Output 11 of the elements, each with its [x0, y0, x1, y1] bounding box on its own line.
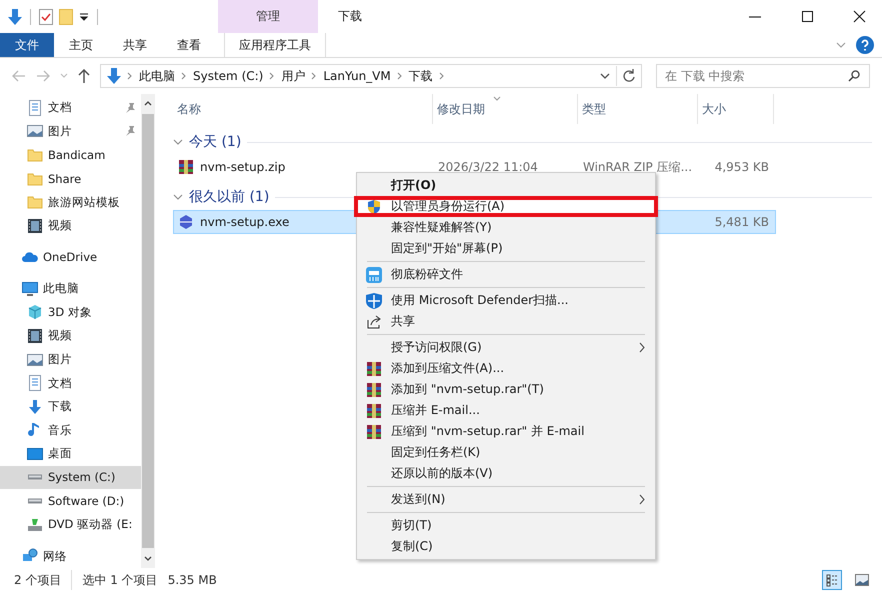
file-name: nvm-setup.zip [200, 160, 286, 174]
status-text: 选中 1 个项目 [82, 572, 158, 588]
status-text: 5.35 MB [168, 573, 217, 587]
type-cell: WinRAR ZIP 压缩... [583, 158, 692, 176]
size-cell: 4,953 KB [714, 160, 769, 174]
file-name: nvm-setup.exe [200, 215, 290, 229]
size-cell: 5,481 KB [714, 215, 769, 229]
status-text: 2 个项目 [14, 572, 62, 588]
window-title: 下载 [338, 8, 362, 25]
context-tab-header: 管理 [218, 0, 318, 33]
date-cell: 2026/3/22 11:04 [438, 160, 538, 174]
